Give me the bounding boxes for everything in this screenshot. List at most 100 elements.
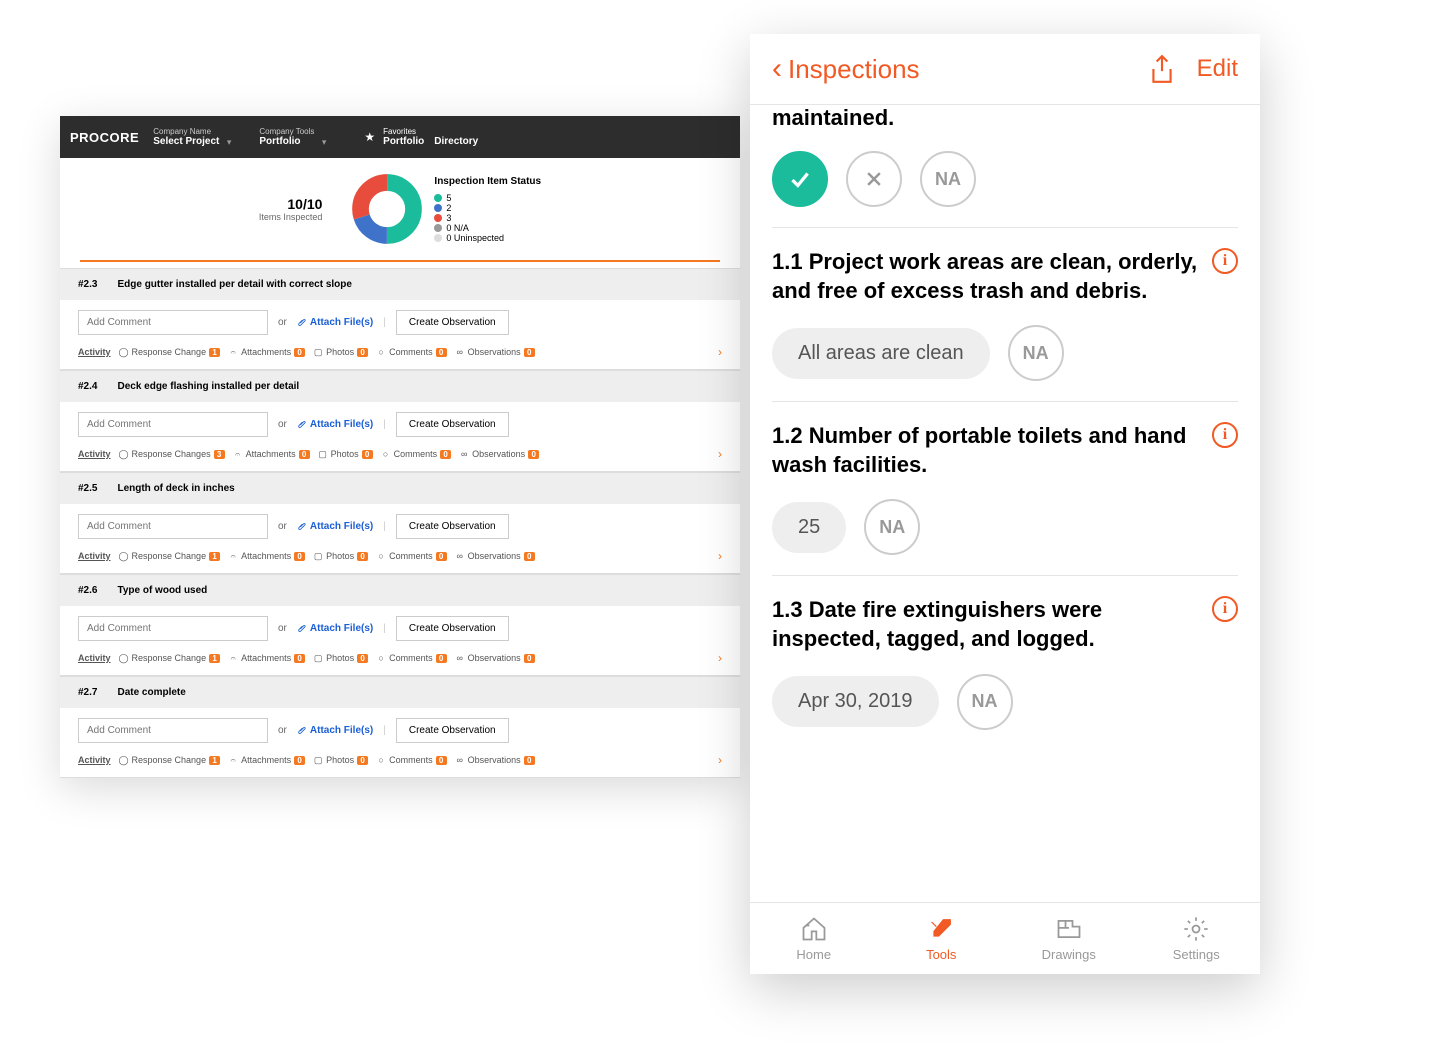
item-2-value[interactable]: 25 — [772, 502, 846, 553]
row-header: #2.3 Edge gutter installed per detail wi… — [60, 269, 740, 300]
attach-file-link[interactable]: Attach File(s) — [297, 521, 373, 532]
row-number: #2.4 — [78, 381, 97, 392]
items-inspected-count: 10/10 Items Inspected — [259, 196, 323, 222]
tools-dropdown[interactable]: Company Tools Portfolio — [259, 127, 314, 147]
create-observation-button[interactable]: Create Observation — [396, 718, 509, 743]
edit-button[interactable]: Edit — [1197, 55, 1238, 83]
comments-stat[interactable]: ○Comments 0 — [376, 347, 447, 357]
item-1-value[interactable]: All areas are clean — [772, 328, 990, 379]
response-change-stat[interactable]: ◯Response Change 1 — [119, 755, 221, 765]
comment-input[interactable] — [78, 412, 268, 437]
comments-stat[interactable]: ○Comments 0 — [376, 653, 447, 663]
na-button[interactable]: NA — [864, 499, 920, 555]
comment-input[interactable] — [78, 514, 268, 539]
chevron-right-icon[interactable]: › — [718, 753, 722, 767]
attachments-stat[interactable]: 𝄐Attachments 0 — [228, 653, 305, 663]
create-observation-button[interactable]: Create Observation — [396, 514, 509, 539]
paperclip-icon — [297, 522, 307, 532]
info-icon[interactable]: i — [1212, 422, 1238, 448]
company-dropdown[interactable]: Company Name Select Project — [153, 127, 219, 147]
create-observation-button[interactable]: Create Observation — [396, 616, 509, 641]
comments-stat[interactable]: ○Comments 0 — [376, 755, 447, 765]
row-number: #2.3 — [78, 279, 97, 290]
chevron-right-icon[interactable]: › — [718, 447, 722, 461]
tab-drawings-label: Drawings — [1042, 947, 1096, 962]
observations-stat[interactable]: ∞Observations 0 — [455, 347, 535, 357]
create-observation-button[interactable]: Create Observation — [396, 310, 509, 335]
check-circle-icon: ◯ — [119, 347, 129, 357]
legend-item: 0 N/A — [434, 223, 541, 233]
item-3-value[interactable]: Apr 30, 2019 — [772, 676, 939, 727]
photos-stat[interactable]: ▢Photos 0 — [313, 755, 368, 765]
attachments-stat[interactable]: 𝄐Attachments 0 — [228, 347, 305, 357]
photos-stat[interactable]: ▢Photos 0 — [313, 551, 368, 561]
photos-stat[interactable]: ▢Photos 0 — [313, 347, 368, 357]
row-title: Deck edge flashing installed per detail — [117, 381, 299, 392]
pass-button[interactable] — [772, 151, 828, 207]
observations-stat[interactable]: ∞Observations 0 — [455, 551, 535, 561]
share-icon[interactable] — [1149, 54, 1175, 84]
activity-label: Activity — [78, 551, 111, 561]
photos-stat[interactable]: ▢Photos 0 — [313, 653, 368, 663]
comment-input[interactable] — [78, 616, 268, 641]
camera-icon: ▢ — [318, 449, 328, 459]
comment-input[interactable] — [78, 310, 268, 335]
favorites-label: Favorites — [383, 127, 478, 136]
paperclip-icon: 𝄐 — [228, 551, 238, 561]
observations-stat[interactable]: ∞Observations 0 — [459, 449, 539, 459]
info-icon[interactable]: i — [1212, 248, 1238, 274]
legend-count: 3 — [446, 213, 451, 223]
chevron-right-icon[interactable]: › — [718, 651, 722, 665]
company-dropdown-value: Select Project — [153, 136, 219, 147]
check-circle-icon: ◯ — [119, 755, 129, 765]
row-header: #2.6 Type of wood used — [60, 575, 740, 606]
attach-file-link[interactable]: Attach File(s) — [297, 419, 373, 430]
comments-stat[interactable]: ○Comments 0 — [381, 449, 452, 459]
paperclip-icon — [297, 624, 307, 634]
back-button[interactable]: ‹ Inspections — [772, 52, 920, 86]
eye-icon: ∞ — [459, 449, 469, 459]
attachments-stat[interactable]: 𝄐Attachments 0 — [228, 551, 305, 561]
comment-input[interactable] — [78, 718, 268, 743]
photos-stat[interactable]: ▢Photos 0 — [318, 449, 373, 459]
tab-home[interactable]: Home — [750, 903, 878, 974]
observations-stat[interactable]: ∞Observations 0 — [455, 653, 535, 663]
chevron-right-icon[interactable]: › — [718, 345, 722, 359]
activity-bar: Activity ◯Response Change 1 𝄐Attachments… — [60, 651, 740, 676]
tab-home-label: Home — [796, 947, 831, 962]
chevron-right-icon[interactable]: › — [718, 549, 722, 563]
fav-link-portfolio[interactable]: Portfolio — [383, 136, 424, 147]
activity-bar: Activity ◯Response Change 1 𝄐Attachments… — [60, 753, 740, 778]
observations-stat[interactable]: ∞Observations 0 — [455, 755, 535, 765]
response-change-stat[interactable]: ◯Response Changes 3 — [119, 449, 225, 459]
mobile-window: ‹ Inspections Edit maintained. NA — [750, 34, 1260, 974]
row-title: Date complete — [117, 687, 185, 698]
response-change-stat[interactable]: ◯Response Change 1 — [119, 653, 221, 663]
row-header: #2.4 Deck edge flashing installed per de… — [60, 371, 740, 402]
inspection-item-0: maintained. NA — [772, 105, 1238, 228]
camera-icon: ▢ — [313, 551, 323, 561]
mobile-content[interactable]: maintained. NA 1.1 Project work areas ar… — [750, 105, 1260, 902]
attach-file-link[interactable]: Attach File(s) — [297, 317, 373, 328]
tab-drawings[interactable]: Drawings — [1005, 903, 1133, 974]
response-change-stat[interactable]: ◯Response Change 1 — [119, 347, 221, 357]
na-button[interactable]: NA — [920, 151, 976, 207]
tab-tools[interactable]: Tools — [878, 903, 1006, 974]
attachments-stat[interactable]: 𝄐Attachments 0 — [233, 449, 310, 459]
tab-settings[interactable]: Settings — [1133, 903, 1261, 974]
fail-button[interactable] — [846, 151, 902, 207]
attach-file-link[interactable]: Attach File(s) — [297, 623, 373, 634]
response-change-stat[interactable]: ◯Response Change 1 — [119, 551, 221, 561]
na-button[interactable]: NA — [1008, 325, 1064, 381]
comments-stat[interactable]: ○Comments 0 — [376, 551, 447, 561]
legend-dot-icon — [434, 204, 442, 212]
mobile-tab-bar: Home Tools Drawings Settings — [750, 902, 1260, 974]
create-observation-button[interactable]: Create Observation — [396, 412, 509, 437]
check-circle-icon: ◯ — [119, 551, 129, 561]
attachments-stat[interactable]: 𝄐Attachments 0 — [228, 755, 305, 765]
summary-bar: 10/10 Items Inspected Inspection Item St… — [60, 158, 740, 260]
fav-link-directory[interactable]: Directory — [434, 136, 478, 147]
na-button[interactable]: NA — [957, 674, 1013, 730]
info-icon[interactable]: i — [1212, 596, 1238, 622]
attach-file-link[interactable]: Attach File(s) — [297, 725, 373, 736]
